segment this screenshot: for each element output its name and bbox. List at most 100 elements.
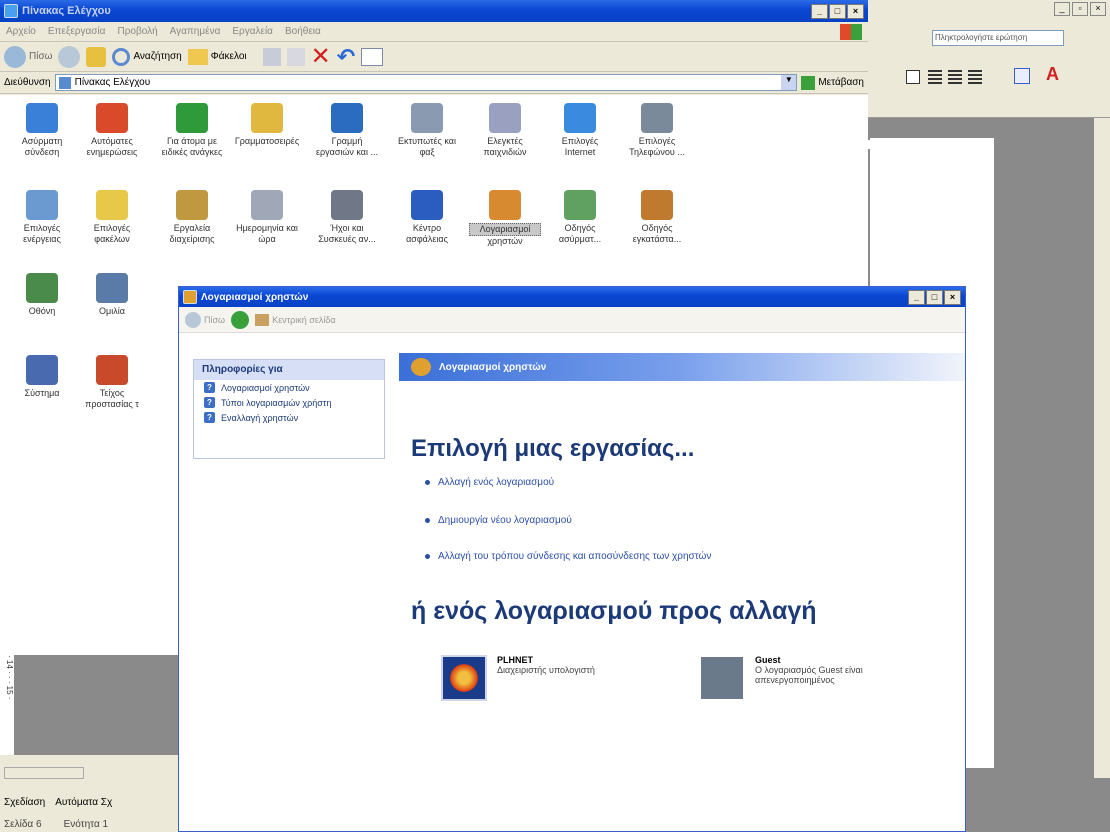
cp-item-18[interactable]: Οθόνη — [6, 273, 78, 317]
folders-button[interactable]: Φάκελοι — [187, 48, 247, 65]
word-vertical-scrollbar[interactable] — [1094, 118, 1110, 778]
word-minimize-button[interactable]: _ — [1054, 2, 1070, 16]
status-section: Ενότητα 1 — [63, 819, 109, 830]
close-button[interactable]: × — [847, 3, 864, 19]
move-icon[interactable] — [262, 47, 281, 66]
help-icon: ? — [204, 412, 215, 423]
menu-file[interactable]: Αρχείο — [6, 26, 36, 37]
align-center-icon[interactable] — [928, 70, 942, 84]
task-change-logon[interactable]: Αλλαγή του τρόπου σύνδεσης και αποσύνδεσ… — [425, 551, 711, 562]
draw-menu[interactable]: Σχεδίαση — [4, 797, 45, 808]
cp-item-13[interactable]: Ήχοι και Συσκευές αν... — [311, 190, 383, 245]
cp-item-19[interactable]: Ομιλία — [76, 273, 148, 317]
cp-item-2[interactable]: Για άτομα με ειδικές ανάγκες — [156, 103, 228, 158]
user-accounts-window: Λογαριασμοί χρηστών _ □ × Πίσω Κεντρική σε… — [178, 286, 966, 832]
applet-icon — [641, 190, 673, 220]
cp-item-8[interactable]: Επιλογές Τηλεφώνου ... — [621, 103, 693, 158]
cp-item-3[interactable]: Γραμματοσειρές — [231, 103, 303, 147]
views-icon[interactable] — [361, 47, 384, 66]
back-button[interactable]: Πίσω — [4, 45, 52, 68]
cp-item-10[interactable]: Επιλογές φακέλων — [76, 190, 148, 245]
go-button[interactable]: Μετάβαση — [801, 75, 864, 90]
cp-item-1[interactable]: Αυτόματες ενημερώσεις — [76, 103, 148, 158]
address-label: Διεύθυνση — [4, 77, 51, 88]
vertical-ruler: · 14 · · · 15 · — [0, 655, 14, 755]
ua-back-button[interactable]: Πίσω — [185, 311, 225, 328]
cp-item-6[interactable]: Ελεγκτές παιχνιδιών — [469, 103, 541, 158]
address-dropdown-icon[interactable]: ▼ — [781, 75, 797, 90]
applet-icon — [26, 190, 58, 220]
applet-label-2: ενημερώσεις — [86, 147, 138, 157]
applet-icon — [26, 103, 58, 133]
user-accounts-titlebar[interactable]: Λογαριασμοί χρηστών _ □ × — [179, 287, 965, 307]
menu-edit[interactable]: Επεξεργασία — [48, 26, 106, 37]
minimize-button[interactable]: _ — [811, 3, 828, 19]
align-right-icon[interactable] — [948, 70, 962, 84]
learn-link-switch-users[interactable]: ? Εναλλαγή χρηστών — [194, 410, 384, 425]
task-create-account[interactable]: Δημιουργία νέου λογαριασμού — [425, 515, 572, 526]
up-folder-icon[interactable] — [86, 46, 107, 67]
cp-item-9[interactable]: Επιλογές ενέργειας — [6, 190, 78, 245]
bullets-icon[interactable] — [1014, 68, 1030, 84]
cp-item-7[interactable]: Επιλογές Internet — [544, 103, 616, 158]
address-input[interactable]: Πίνακας Ελέγχου ▼ — [54, 74, 798, 91]
forward-button[interactable] — [58, 45, 81, 68]
applet-label: Ημερομηνία και — [236, 223, 298, 233]
bullet — [425, 518, 430, 523]
font-color-icon[interactable]: A — [1046, 64, 1059, 85]
task-label: Αλλαγή του τρόπου σύνδεσης και αποσύνδεσ… — [438, 551, 712, 562]
account-plhnet[interactable]: PLHNET Διαχειριστής υπολογιστή — [441, 655, 595, 701]
cp-item-11[interactable]: Εργαλεία διαχείρισης — [156, 190, 228, 245]
home-icon — [255, 313, 270, 326]
learn-link-accounts[interactable]: ? Λογαριασμοί χρηστών — [194, 380, 384, 395]
applet-label-2: ασύρματ... — [558, 234, 602, 244]
help-question-box[interactable]: Πληκτρολογήστε ερώτηση — [932, 30, 1064, 46]
applet-label: Επιλογές — [23, 223, 61, 233]
ua-maximize-button[interactable]: □ — [926, 289, 943, 305]
autoshapes-menu[interactable]: Αυτόματα Σχ — [55, 797, 112, 808]
account-name: PLHNET — [497, 655, 533, 665]
delete-icon[interactable]: ✕ — [311, 42, 331, 71]
maximize-button[interactable]: □ — [829, 3, 846, 19]
applet-icon — [96, 103, 128, 133]
home-label: Κεντρική σελίδα — [272, 314, 336, 325]
ua-minimize-button[interactable]: _ — [908, 289, 925, 305]
cp-item-12[interactable]: Ημερομηνία και ώρα — [231, 190, 303, 245]
toolbar: Πίσω Αναζήτηση Φάκελοι ✕ ↶ — [0, 42, 868, 72]
account-guest[interactable]: Guest Ο λογαριασμός Guest είναι απενεργοπ… — [699, 655, 885, 701]
undo-icon[interactable]: ↶ — [337, 44, 355, 70]
menu-help[interactable]: Βοήθεια — [285, 26, 321, 37]
applet-label: Ομιλία — [99, 306, 125, 316]
ua-close-button[interactable]: × — [944, 289, 961, 305]
justify-icon[interactable] — [968, 70, 982, 84]
view-buttons[interactable] — [4, 767, 84, 779]
cp-item-21[interactable]: Τείχος προστασίας τ — [76, 355, 148, 410]
cp-item-0[interactable]: Ασύρματη σύνδεση — [6, 103, 78, 158]
search-button[interactable]: Αναζήτηση — [112, 47, 182, 66]
cp-item-15[interactable]: Λογαριασμοί χρηστών — [469, 190, 541, 247]
account-name: Guest — [755, 655, 781, 665]
cp-item-20[interactable]: Σύστημα — [6, 355, 78, 399]
task-change-account[interactable]: Αλλαγή ενός λογαριασμού — [425, 477, 554, 488]
align-left-icon[interactable] — [906, 70, 920, 84]
cp-item-16[interactable]: Οδηγός ασύρματ... — [544, 190, 616, 245]
word-close-button[interactable]: × — [1090, 2, 1106, 16]
word-restore-button[interactable]: ▫ — [1072, 2, 1088, 16]
cp-item-17[interactable]: Οδηγός εγκατάστα... — [621, 190, 693, 245]
copy-icon[interactable] — [286, 47, 305, 66]
cp-item-4[interactable]: Γραμμή εργασιών και ... — [311, 103, 383, 158]
draw-toolbar: Σχεδίαση Αυτόματα Σχ — [4, 797, 112, 808]
learn-link-account-types[interactable]: ? Τύποι λογαριασμών χρήστη — [194, 395, 384, 410]
back-arrow-icon — [185, 311, 201, 328]
applet-icon — [331, 190, 363, 220]
bullet — [425, 554, 430, 559]
control-panel-titlebar[interactable]: Πίνακας Ελέγχου _ □ × — [0, 0, 868, 22]
cp-item-5[interactable]: Εκτυπωτές και φαξ — [391, 103, 463, 158]
menu-view[interactable]: Προβολή — [117, 26, 157, 37]
cp-item-14[interactable]: Κέντρο ασφάλειας — [391, 190, 463, 245]
applet-icon — [411, 103, 443, 133]
home-button[interactable]: Κεντρική σελίδα — [255, 313, 336, 326]
forward-arrow-icon[interactable] — [231, 310, 250, 329]
menu-tools[interactable]: Εργαλεία — [232, 26, 273, 37]
menu-favorites[interactable]: Αγαπημένα — [170, 26, 221, 37]
